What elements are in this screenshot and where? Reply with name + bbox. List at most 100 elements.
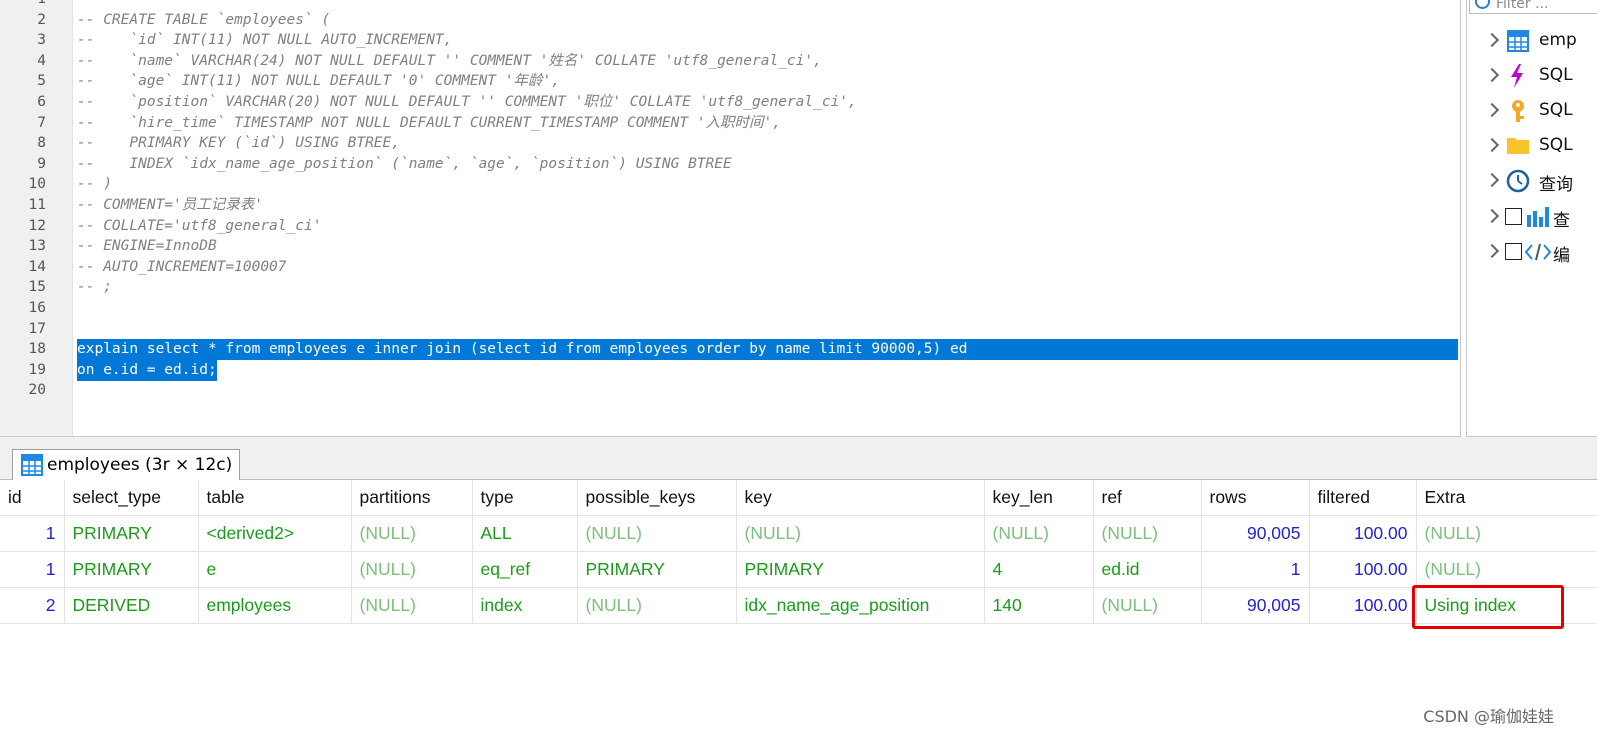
code-line[interactable]: 2 -- CREATE TABLE `employees` ( [0,10,1460,31]
cell-select-type[interactable]: PRIMARY [64,551,199,588]
code-line[interactable]: 1 [0,0,1460,10]
column-header[interactable]: possible_keys [577,480,737,516]
cell-key[interactable]: PRIMARY [736,551,985,588]
cell-key[interactable]: (NULL) [736,515,985,552]
nav-item-label: SQL [1539,135,1573,155]
code-line[interactable]: 4 -- `name` VARCHAR(24) NOT NULL DEFAULT … [0,51,1460,72]
chart-icon [1527,207,1549,227]
cell-key-len[interactable]: 4 [984,551,1094,588]
cell-filtered[interactable]: 100.00 [1309,515,1417,552]
cell-ref[interactable]: (NULL) [1093,587,1202,624]
code-line[interactable]: 5 -- `age` INT(11) NOT NULL DEFAULT '0' C… [0,71,1460,92]
chevron-right-icon[interactable] [1484,172,1500,188]
sql-editor[interactable]: 12 -- CREATE TABLE `employees` (3 -- `id` … [0,0,1461,437]
table-row[interactable]: 2 DERIVED employees (NULL) index (NULL) idx_na… [0,587,1597,624]
cell-id[interactable]: 1 [0,551,65,588]
code-line[interactable]: 3 -- `id` INT(11) NOT NULL AUTO_INCREMENT… [0,30,1460,51]
cell-table[interactable]: employees [198,587,352,624]
column-header[interactable]: Extra [1416,480,1597,516]
cell-filtered[interactable]: 100.00 [1309,551,1417,588]
nav-item-query-history[interactable]: 查询 [1467,166,1597,196]
nav-item-folder[interactable]: SQL [1467,131,1597,161]
code-text: -- PRIMARY KEY (`id`) USING BTREE, [77,135,401,152]
code-line[interactable]: 9 -- INDEX `idx_name_age_position` (`name… [0,154,1460,175]
cell-rows[interactable]: 1 [1201,551,1310,588]
chevron-right-icon[interactable] [1484,32,1500,48]
code-line[interactable]: 13 -- ENGINE=InnoDB [0,236,1460,257]
code-line[interactable]: 20 [0,380,1460,401]
cell-rows[interactable]: 90,005 [1201,587,1310,624]
filter-input[interactable]: Filter ... [1469,0,1597,14]
table-row[interactable]: 1 PRIMARY e (NULL) eq_ref PRIMARY PRIMARY 4 ed.i… [0,551,1597,588]
cell-ref[interactable]: ed.id [1093,551,1202,588]
cell-type[interactable]: eq_ref [472,551,578,588]
cell-filtered[interactable]: 100.00 [1309,587,1417,624]
cell-possible-keys[interactable]: (NULL) [577,515,737,552]
nav-item-chart[interactable]: 查 [1467,202,1597,232]
code-line[interactable]: 6 -- `position` VARCHAR(20) NOT NULL DEFA… [0,92,1460,113]
nav-item-code[interactable]: 编 [1467,237,1597,267]
column-header[interactable]: select_type [64,480,199,516]
cell-table[interactable]: <derived2> [198,515,352,552]
code-line[interactable]: 19 on e.id = ed.id; [0,359,1460,381]
nav-item-triggers[interactable]: SQL [1467,61,1597,91]
code-line[interactable]: 11 -- COMMENT='员工记录表' [0,195,1460,216]
nav-item-table[interactable]: emp [1467,26,1597,56]
cell-partitions[interactable]: (NULL) [351,587,473,624]
code-text: -- `age` INT(11) NOT NULL DEFAULT '0' CO… [77,73,560,90]
checkbox[interactable] [1505,208,1522,225]
cell-key-len[interactable]: 140 [984,587,1094,624]
tab-employees-result[interactable]: employees (3r × 12c) [12,449,240,480]
code-text: -- `id` INT(11) NOT NULL AUTO_INCREMENT, [77,32,453,49]
checkbox[interactable] [1505,243,1522,260]
column-header[interactable]: id [0,480,65,516]
code-line[interactable]: 17 [0,319,1460,340]
column-header[interactable]: type [472,480,578,516]
chevron-right-icon[interactable] [1484,137,1500,153]
column-header[interactable]: filtered [1309,480,1417,516]
code-text: -- ; [77,279,112,296]
lightning-icon [1511,64,1523,88]
cell-key-len[interactable]: (NULL) [984,515,1094,552]
clock-icon [1506,169,1530,193]
column-header[interactable]: rows [1201,480,1310,516]
result-grid[interactable]: id select_type table partitions type possible… [0,480,1597,624]
code-line[interactable]: 10 -- ) [0,174,1460,195]
chevron-right-icon[interactable] [1484,243,1500,259]
column-header[interactable]: ref [1093,480,1202,516]
code-line[interactable]: 14 -- AUTO_INCREMENT=100007 [0,257,1460,278]
cell-possible-keys[interactable]: PRIMARY [577,551,737,588]
column-header[interactable]: partitions [351,480,473,516]
cell-key[interactable]: idx_name_age_position [736,587,985,624]
table-icon [1507,30,1529,52]
code-line[interactable]: 8 -- PRIMARY KEY (`id`) USING BTREE, [0,133,1460,154]
cell-extra[interactable]: (NULL) [1416,551,1597,588]
cell-type[interactable]: index [472,587,578,624]
cell-type[interactable]: ALL [472,515,578,552]
cell-possible-keys[interactable]: (NULL) [577,587,737,624]
cell-rows[interactable]: 90,005 [1201,515,1310,552]
code-line[interactable]: 12 -- COLLATE='utf8_general_ci' [0,216,1460,237]
column-header[interactable]: table [198,480,352,516]
column-header[interactable]: key_len [984,480,1094,516]
cell-partitions[interactable]: (NULL) [351,515,473,552]
nav-item-keys[interactable]: SQL [1467,96,1597,126]
column-header[interactable]: key [736,480,985,516]
chevron-right-icon[interactable] [1484,67,1500,83]
cell-partitions[interactable]: (NULL) [351,551,473,588]
cell-ref[interactable]: (NULL) [1093,515,1202,552]
cell-select-type[interactable]: PRIMARY [64,515,199,552]
key-icon [1512,100,1524,122]
table-row[interactable]: 1 PRIMARY <derived2> (NULL) ALL (NULL) (NULL)(… [0,515,1597,552]
code-line[interactable]: 7 -- `hire_time` TIMESTAMP NOT NULL DEFAU… [0,113,1460,134]
chevron-right-icon[interactable] [1484,102,1500,118]
cell-select-type[interactable]: DERIVED [64,587,199,624]
code-line[interactable]: 16 [0,298,1460,319]
cell-id[interactable]: 1 [0,515,65,552]
code-line[interactable]: 18 explain select * from employees e inne… [0,339,1460,361]
chevron-right-icon[interactable] [1484,208,1500,224]
cell-table[interactable]: e [198,551,352,588]
cell-id[interactable]: 2 [0,587,65,624]
code-line[interactable]: 15 -- ; [0,277,1460,298]
cell-extra[interactable]: (NULL) [1416,515,1597,552]
